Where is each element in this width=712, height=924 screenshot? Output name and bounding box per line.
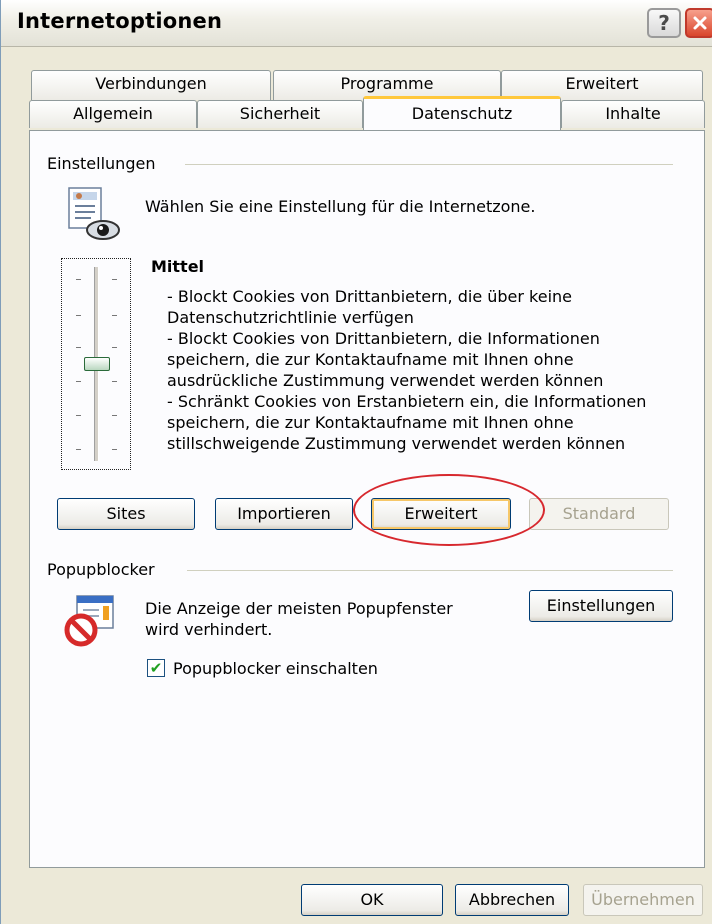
tab-datenschutz[interactable]: Datenschutz	[363, 96, 561, 130]
help-button[interactable]: ?	[647, 8, 681, 38]
description-line: - Schränkt Cookies von Erstanbietern ein…	[167, 392, 647, 411]
group-divider	[187, 570, 673, 571]
popup-blocker-checkbox[interactable]: ✔	[147, 659, 165, 677]
help-icon: ?	[658, 11, 670, 35]
sites-button[interactable]: Sites	[57, 498, 195, 530]
description-line: ausdrückliche Zustimmung verwendet werde…	[167, 371, 604, 390]
popup-settings-button[interactable]: Einstellungen	[529, 590, 673, 622]
slider-tick	[112, 381, 117, 382]
settings-intro-text: Wählen Sie eine Einstellung für die Inte…	[145, 197, 536, 216]
group-divider	[185, 164, 673, 165]
tab-verbindungen[interactable]: Verbindungen	[31, 70, 271, 100]
slider-tick	[112, 347, 117, 348]
privacy-level-description: - Blockt Cookies von Drittanbietern, die…	[167, 286, 646, 454]
tab-allgemein[interactable]: Allgemein	[29, 100, 197, 128]
button-label: Importieren	[237, 504, 331, 523]
slider-tick	[76, 279, 81, 280]
import-button[interactable]: Importieren	[215, 498, 353, 530]
popup-description-line: wird verhindert.	[145, 620, 273, 639]
button-label: Einstellungen	[546, 596, 656, 615]
description-line: Datenschutzrichtlinie verfügen	[167, 308, 414, 327]
description-line: speichern, die zur Kontaktaufname mit Ih…	[167, 413, 574, 432]
description-line: speichern, die zur Kontaktaufname mit Ih…	[167, 350, 574, 369]
close-button[interactable]	[685, 8, 712, 38]
popup-blocked-icon	[64, 595, 114, 647]
slider-thumb[interactable]	[84, 357, 110, 371]
tab-label: Datenschutz	[411, 104, 513, 123]
slider-tick	[76, 449, 81, 450]
advanced-button[interactable]: Erweitert	[371, 498, 511, 530]
tab-inhalte[interactable]: Inhalte	[561, 100, 705, 128]
button-label: Sites	[106, 504, 146, 523]
popup-blocker-checkbox-label[interactable]: Popupblocker einschalten	[173, 658, 378, 679]
checkmark-icon: ✔	[149, 658, 163, 677]
slider-tick	[76, 347, 81, 348]
privacy-level-slider[interactable]	[61, 258, 131, 470]
default-button[interactable]: Standard	[529, 498, 669, 530]
popup-description: Die Anzeige der meisten Popupfenster wir…	[145, 598, 453, 640]
description-line: stillschweigende Zustimmung verwendet we…	[167, 434, 626, 453]
privacy-document-icon	[68, 187, 120, 240]
slider-tick	[76, 415, 81, 416]
description-line: - Blockt Cookies von Drittanbietern, die…	[167, 287, 573, 306]
popup-group-label: Popupblocker	[47, 560, 155, 579]
slider-tick	[76, 381, 81, 382]
slider-tick	[76, 315, 81, 316]
cancel-button[interactable]: Abbrechen	[455, 884, 569, 916]
button-label: Übernehmen	[591, 890, 695, 909]
popup-description-line: Die Anzeige der meisten Popupfenster	[145, 599, 453, 618]
button-label: Erweitert	[404, 504, 478, 523]
button-label: Abbrechen	[468, 890, 556, 909]
slider-tick	[112, 315, 117, 316]
internet-options-dialog: Internetoptionen ? Verbindungen Programm…	[0, 0, 712, 924]
title-bar[interactable]: Internetoptionen ?	[1, 0, 712, 47]
tab-label: Programme	[340, 74, 434, 93]
description-line: - Blockt Cookies von Drittanbietern, die…	[167, 329, 600, 348]
tab-label: Verbindungen	[95, 74, 207, 93]
ok-button[interactable]: OK	[301, 884, 443, 916]
window-title: Internetoptionen	[17, 9, 223, 33]
tab-label: Sicherheit	[239, 104, 321, 123]
slider-tick	[112, 415, 117, 416]
slider-tick	[112, 279, 117, 280]
tab-label: Erweitert	[565, 74, 639, 93]
apply-button[interactable]: Übernehmen	[583, 884, 703, 916]
privacy-level-title: Mittel	[151, 257, 205, 276]
tab-sicherheit[interactable]: Sicherheit	[197, 100, 363, 128]
tab-label: Inhalte	[605, 104, 661, 123]
settings-group-label: Einstellungen	[47, 154, 156, 173]
tab-label: Allgemein	[73, 104, 153, 123]
button-label: OK	[360, 890, 384, 909]
slider-tick	[112, 449, 117, 450]
close-icon	[693, 16, 707, 30]
button-label: Standard	[562, 504, 636, 523]
